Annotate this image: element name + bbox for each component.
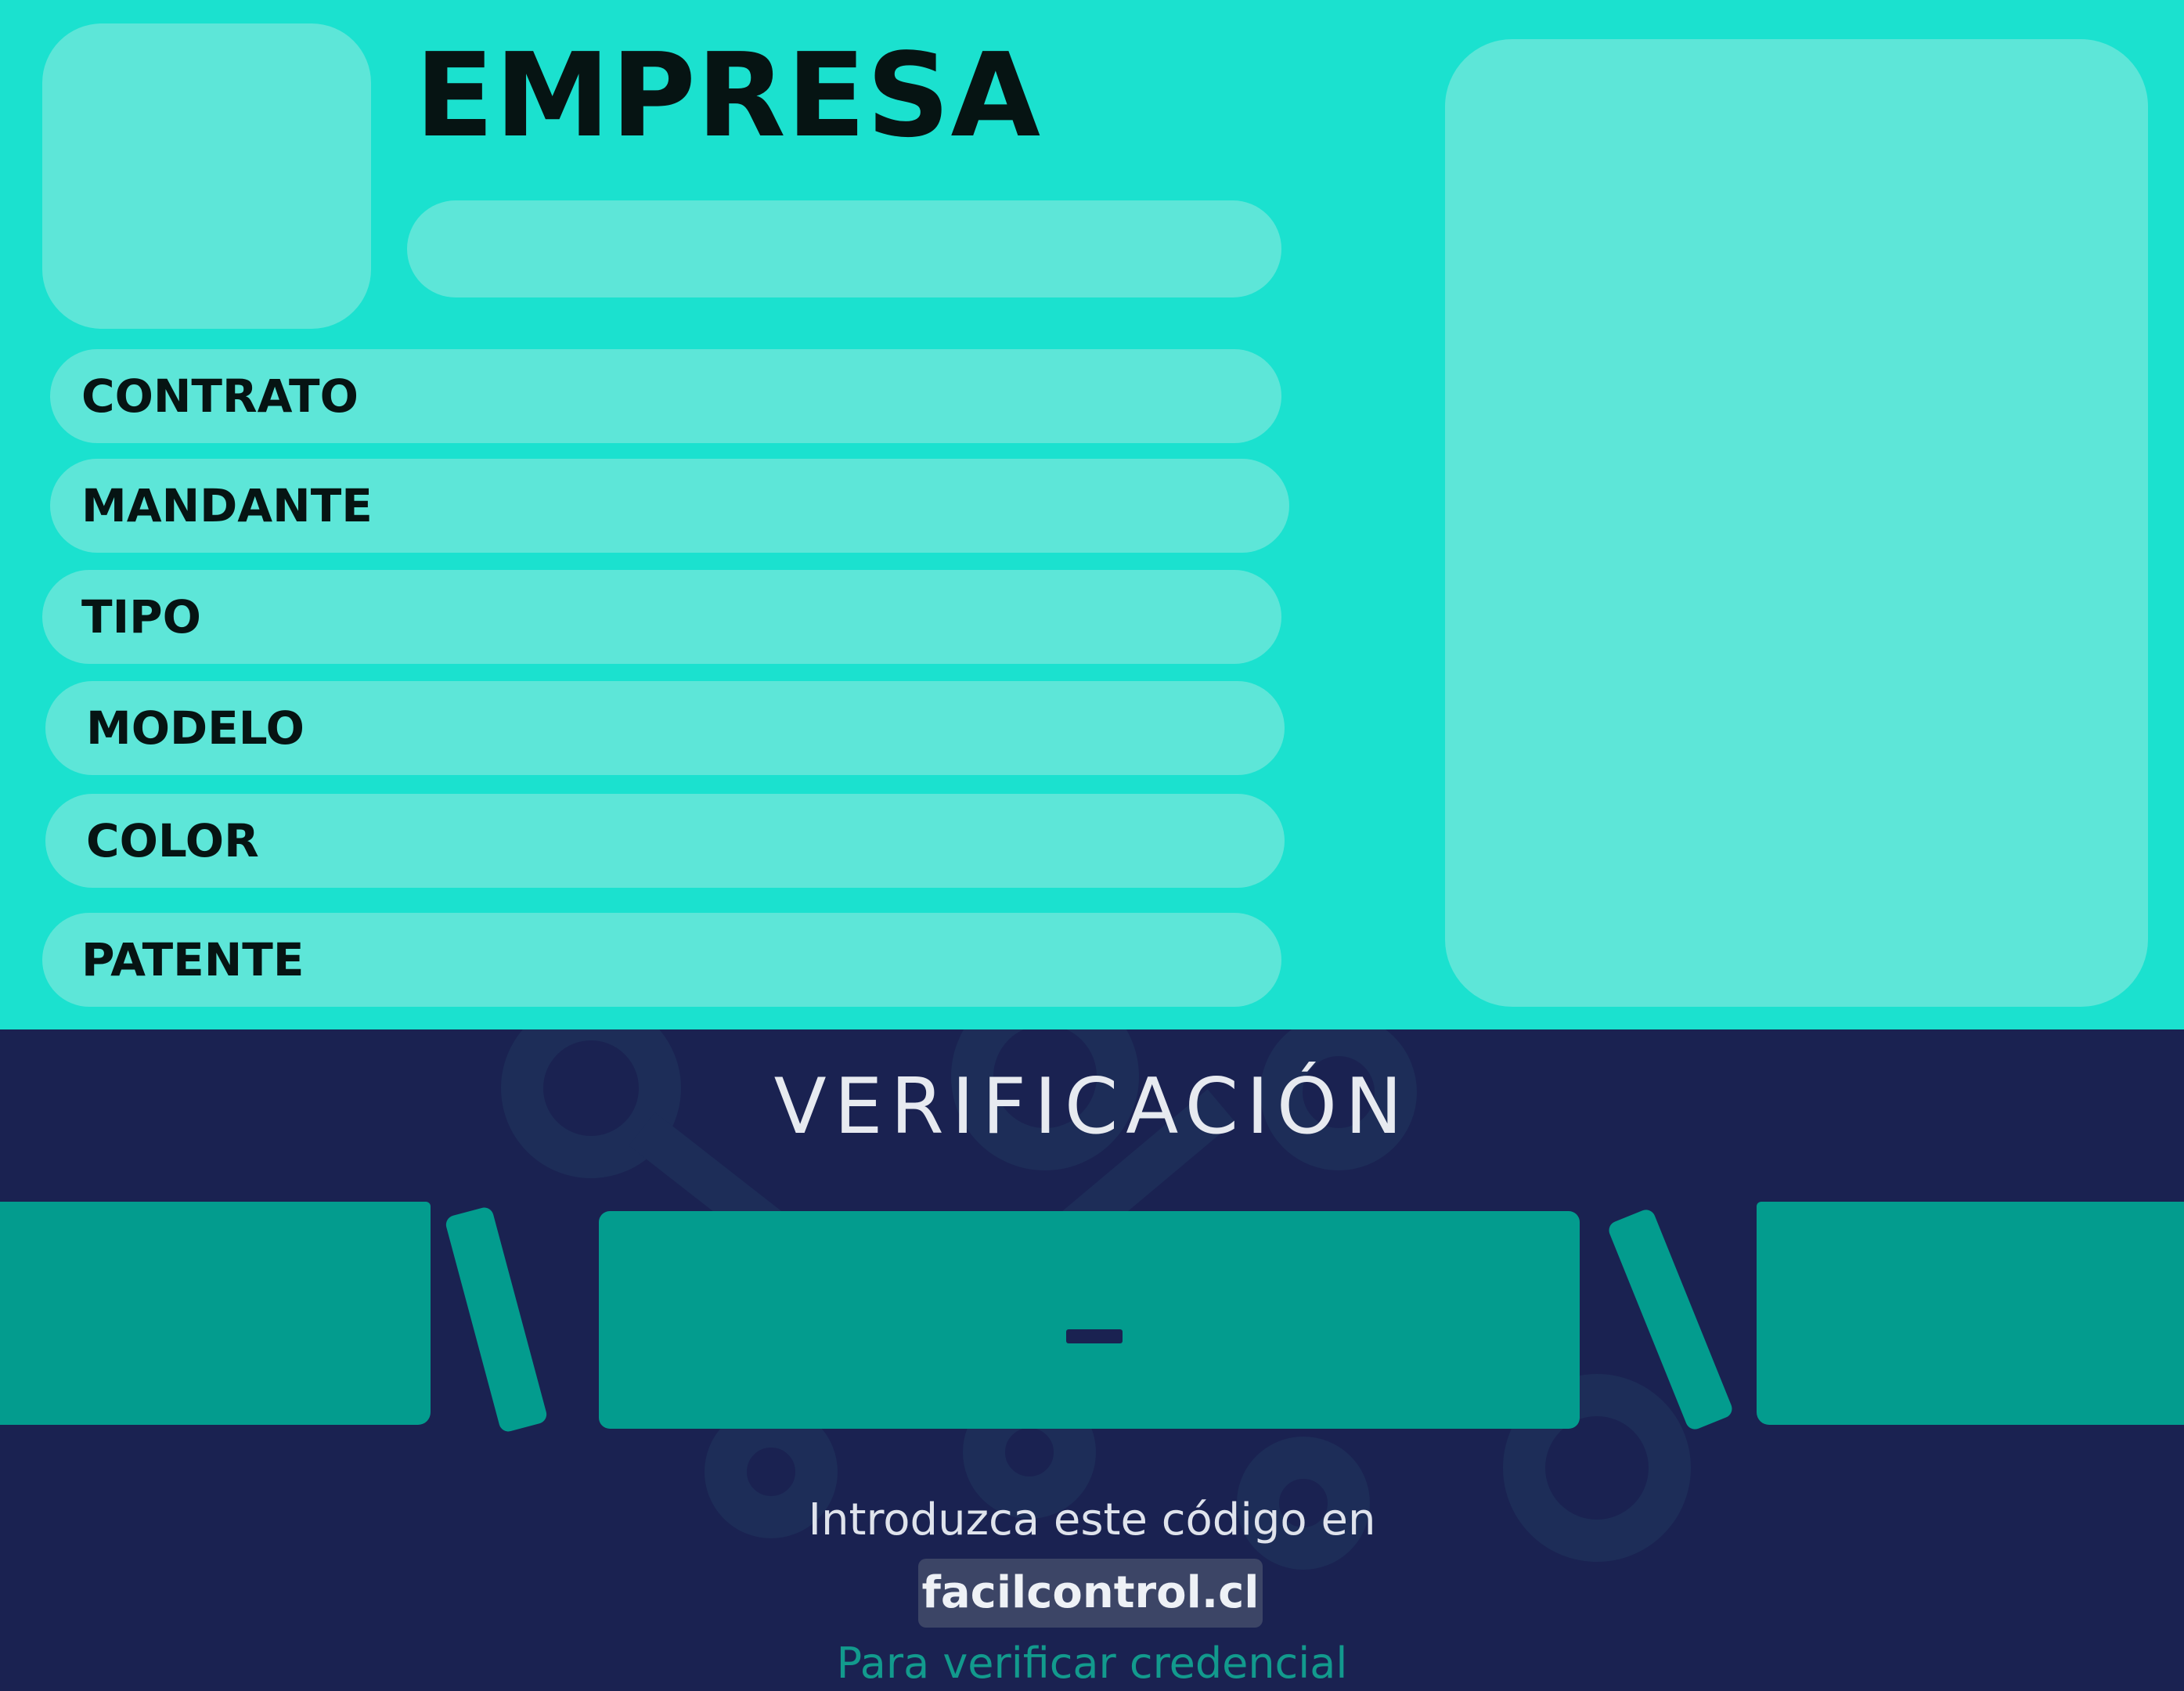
- field-modelo: MODELO: [45, 681, 1285, 775]
- field-mandante: MANDANTE: [50, 459, 1289, 553]
- code-band-left: [0, 1202, 431, 1425]
- field-color: COLOR: [45, 794, 1285, 888]
- photo-placeholder: [1445, 39, 2148, 1007]
- code-band-right: [1757, 1202, 2184, 1425]
- field-patente: PATENTE: [42, 913, 1281, 1007]
- code-tab-left: [444, 1205, 549, 1434]
- field-label-patente: PATENTE: [81, 933, 305, 986]
- field-label-mandante: MANDANTE: [81, 479, 373, 532]
- company-title: EMPRESA: [415, 28, 1042, 163]
- field-tipo: TIPO: [42, 570, 1281, 664]
- field-contrato: CONTRATO: [50, 349, 1281, 443]
- verification-section: VERIFICACIÓN Introduzca este código en f…: [0, 1029, 2184, 1691]
- field-label-contrato: CONTRATO: [81, 370, 359, 423]
- verification-title: VERIFICACIÓN: [773, 1062, 1411, 1152]
- field-label-color: COLOR: [86, 814, 259, 867]
- field-label-tipo: TIPO: [81, 590, 201, 644]
- verification-code-box: [599, 1211, 1580, 1429]
- company-name-field: [407, 200, 1281, 297]
- verification-note: Para verificar credencial: [836, 1639, 1348, 1688]
- code-dash-icon: [1066, 1329, 1123, 1343]
- verification-site-link[interactable]: facilcontrol.cl: [918, 1559, 1263, 1628]
- company-logo-placeholder: [42, 23, 371, 329]
- verification-instruction: Introduzca este código en: [808, 1494, 1376, 1545]
- credential-front: EMPRESA CONTRATO MANDANTE TIPO MODELO CO…: [0, 0, 2184, 1029]
- field-label-modelo: MODELO: [86, 701, 305, 755]
